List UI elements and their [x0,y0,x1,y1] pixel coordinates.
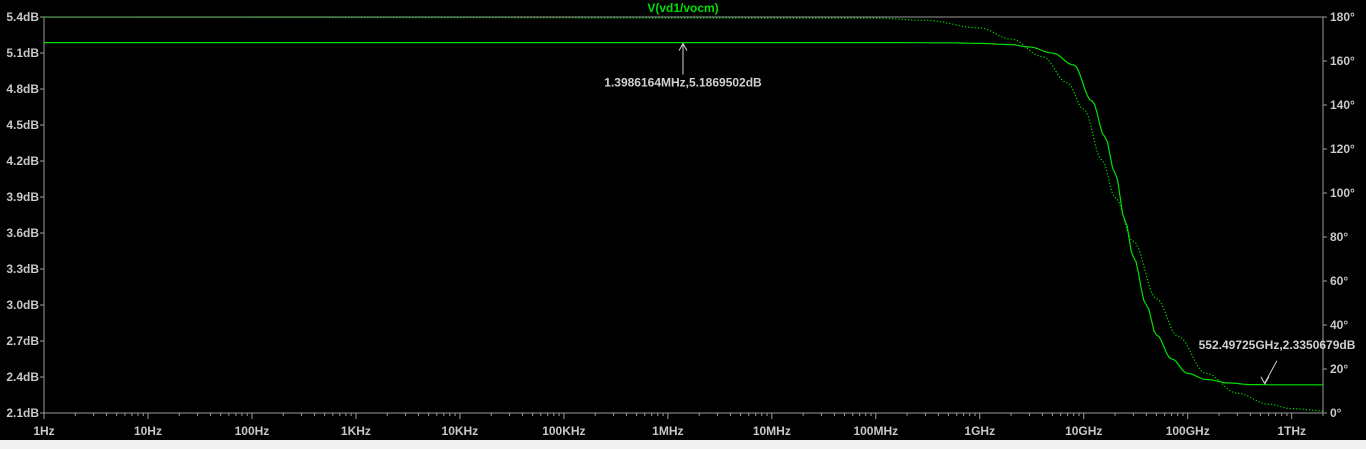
y-left-tick-label: 2.4dB [6,370,39,384]
y-left-tick-label: 4.8dB [6,82,39,96]
x-tick-label: 1THz [1277,424,1306,438]
y-left-tick-label: 2.1dB [6,406,39,420]
y-left-tick-label: 3.0dB [6,298,39,312]
x-tick-label: 100GHz [1166,424,1210,438]
x-tick-label: 100Hz [235,424,270,438]
x-tick-label: 1MHz [652,424,683,438]
y-left-tick-label: 4.5dB [6,118,39,132]
y-left-tick-label: 3.3dB [6,262,39,276]
y-left-tick-label: 5.1dB [6,46,39,60]
magnitude-trace [44,41,1323,386]
x-tick-label: 10GHz [1065,424,1102,438]
trace-title[interactable]: V(vd1/vocm) [647,1,718,15]
bode-plot[interactable]: 1Hz 10Hz 100Hz 1KHz 10KHz 100KHz 1MHz 10MHz 100M… [0,0,1366,440]
y-left-tick-label: 5.4dB [6,10,39,24]
plot-window[interactable]: 1Hz 10Hz 100Hz 1KHz 10KHz 100KHz 1MHz 10MHz 100M… [0,0,1366,440]
y-left-tick-label: 4.2dB [6,154,39,168]
y-right-tick-label: 140° [1330,98,1355,112]
y-right-tick-label: 60° [1330,274,1348,288]
y-right-tick-label: 80° [1330,230,1348,244]
annotation-arrow [1264,360,1278,384]
cursor-annotation-label: 552.49725GHz,2.3350679dB [1199,338,1356,352]
x-tick-label: 1Hz [33,424,54,438]
x-tick-label: 100KHz [542,424,585,438]
y-right-tick-label: 180° [1330,10,1355,24]
y-right-tick-label: 160° [1330,54,1355,68]
x-tick-label: 10KHz [442,424,479,438]
y-left-tick-label: 3.9dB [6,190,39,204]
x-tick-label: 1KHz [341,424,371,438]
cursor-annotation-label: 1.3986164MHz,5.1869502dB [604,76,762,90]
y-left-tick-label: 2.7dB [6,334,39,348]
y-right-tick-label: 20° [1330,362,1348,376]
x-tick-label: 10MHz [753,424,791,438]
x-tick-label: 100MHz [853,424,898,438]
x-tick-label: 10Hz [134,424,162,438]
status-strip [0,440,1366,449]
y-right-tick-label: 100° [1330,186,1355,200]
x-tick-label: 1GHz [964,424,995,438]
y-right-tick-label: 0° [1330,406,1342,420]
y-right-tick-label: 40° [1330,318,1348,332]
y-right-tick-label: 120° [1330,142,1355,156]
y-left-tick-label: 3.6dB [6,226,39,240]
